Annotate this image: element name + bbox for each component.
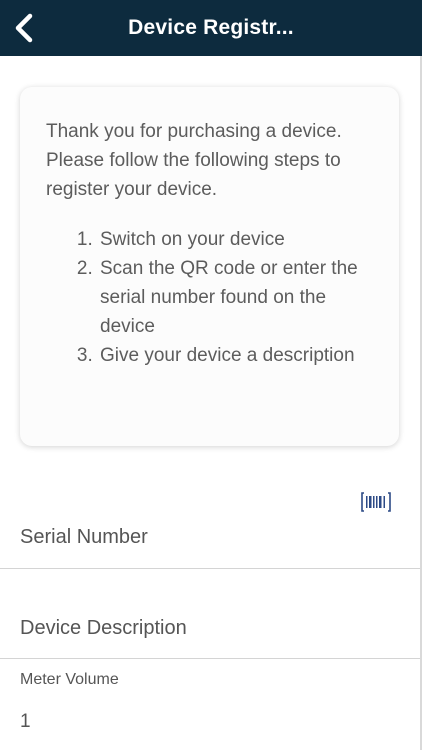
instruction-step: Scan the QR code or enter the serial num… (98, 254, 373, 341)
app-header: Device Registr... (0, 0, 422, 56)
chevron-left-icon (15, 13, 33, 43)
page-title: Device Registr... (128, 16, 294, 39)
instructions-card: Thank you for purchasing a device. Pleas… (20, 87, 399, 446)
instructions-intro: Thank you for purchasing a device. Pleas… (46, 121, 342, 200)
device-description-input[interactable]: Device Description (20, 617, 187, 640)
instruction-step: Switch on your device (98, 225, 373, 254)
back-button[interactable] (6, 8, 42, 48)
serial-number-field[interactable]: Serial Number (0, 510, 420, 569)
serial-number-input[interactable]: Serial Number (20, 526, 148, 549)
instructions-steps: Switch on your device Scan the QR code o… (46, 225, 373, 370)
meter-volume-field[interactable]: Meter Volume 1 (0, 659, 420, 750)
meter-volume-input[interactable]: 1 (20, 711, 31, 733)
meter-volume-label: Meter Volume (20, 671, 119, 688)
device-description-field[interactable]: Device Description (0, 569, 420, 659)
instruction-step: Give your device a description (98, 341, 373, 370)
